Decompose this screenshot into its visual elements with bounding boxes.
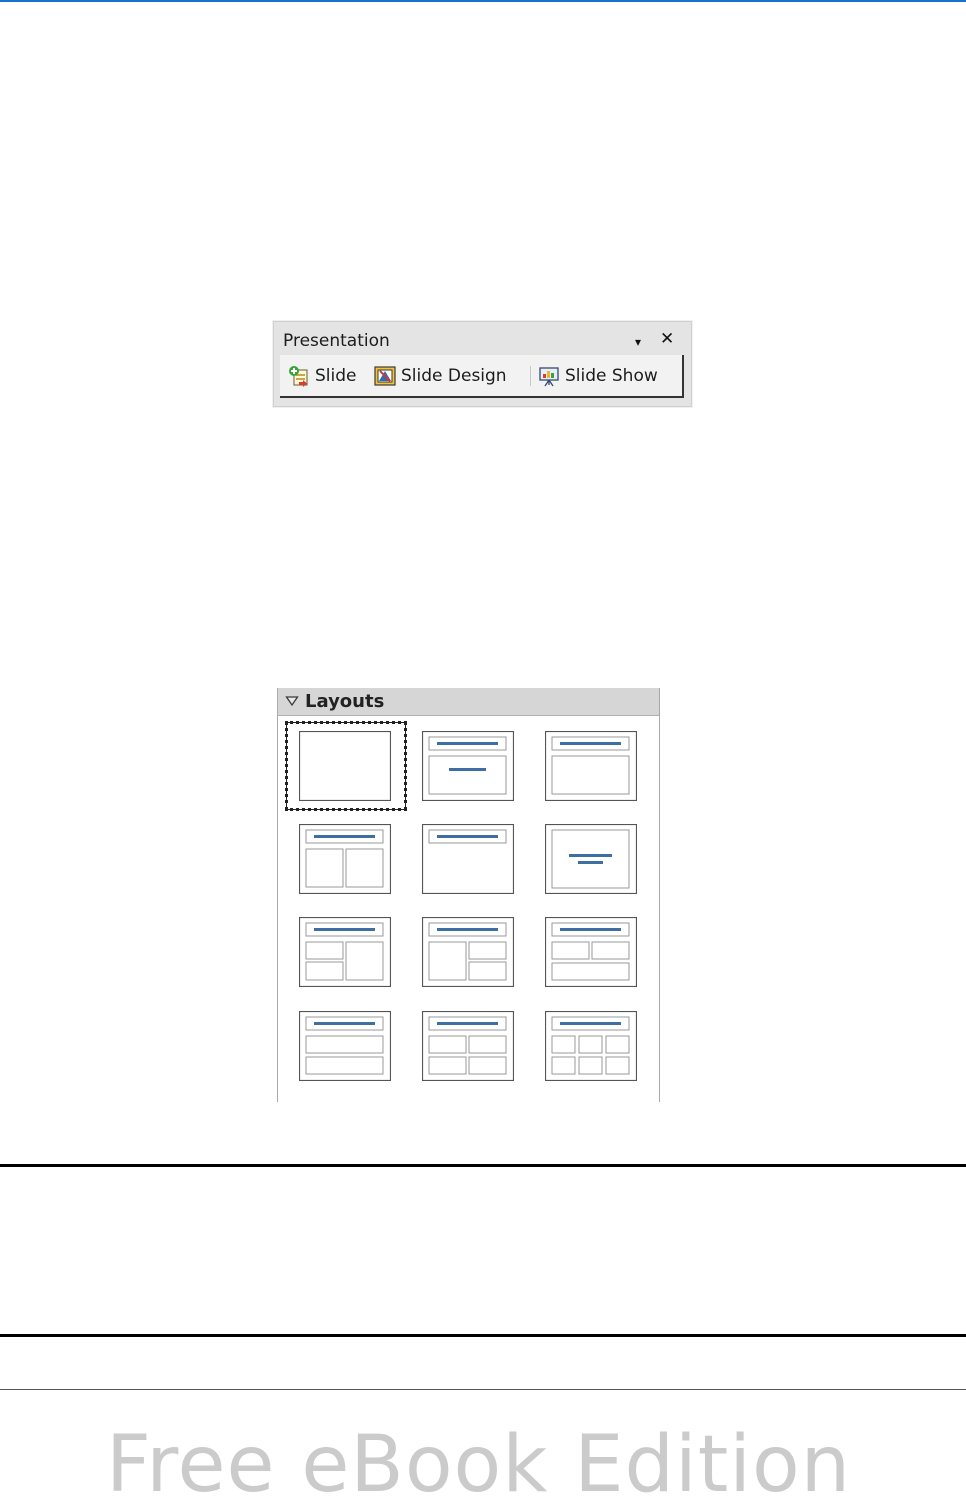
slide-show-button[interactable]: Slide Show — [538, 364, 658, 388]
layout-thumb-title-only[interactable] — [422, 824, 514, 894]
layout-thumb-title-content-over-content[interactable] — [299, 1011, 391, 1081]
top-accent-rule — [0, 0, 966, 2]
section-rule-middle — [0, 1334, 966, 1337]
presentation-toolbar: Presentation ▾ ✕ Slide Slide Design Slid… — [273, 321, 692, 407]
layout-thumb-title-slide[interactable] — [422, 731, 514, 801]
new-slide-icon — [289, 366, 308, 387]
layout-thumb-title-2-content-over-content[interactable] — [545, 917, 637, 987]
layouts-title: Layouts — [305, 691, 385, 712]
layout-thumb-title-2-content[interactable] — [299, 824, 391, 894]
section-rule-top — [0, 1164, 966, 1167]
layout-thumb-title-content[interactable] — [545, 731, 637, 801]
layout-thumb-title-6-content[interactable] — [545, 1011, 637, 1081]
layout-thumb-title-content-and-2-content[interactable] — [422, 917, 514, 987]
section-rule-bottom — [0, 1389, 966, 1390]
slide-show-icon — [539, 367, 559, 387]
slide-button-label: Slide — [315, 366, 357, 386]
layouts-header[interactable]: Layouts — [278, 688, 659, 716]
layout-thumb-title-2-content-and-content[interactable] — [299, 917, 391, 987]
layout-thumb-blank-slide[interactable] — [299, 731, 391, 801]
toolbar-dropdown-icon[interactable]: ▾ — [635, 332, 641, 352]
toolbar-buttons-row: Slide Slide Design Slide Show — [280, 355, 684, 398]
slide-design-button[interactable]: Slide Design — [374, 364, 507, 388]
slide-show-button-label: Slide Show — [565, 366, 658, 386]
toolbar-close-icon[interactable]: ✕ — [660, 329, 674, 349]
toolbar-separator — [530, 366, 531, 386]
watermark-text: Free eBook Edition — [106, 1420, 852, 1510]
layout-thumb-centered-text[interactable] — [545, 824, 637, 894]
toolbar-title: Presentation — [283, 331, 390, 351]
slide-button[interactable]: Slide — [288, 364, 357, 388]
collapse-triangle-icon[interactable] — [285, 694, 299, 708]
slide-design-button-label: Slide Design — [401, 366, 507, 386]
layout-thumb-title-2-content-over-2-content[interactable] — [422, 1011, 514, 1081]
slide-design-icon — [374, 366, 396, 386]
